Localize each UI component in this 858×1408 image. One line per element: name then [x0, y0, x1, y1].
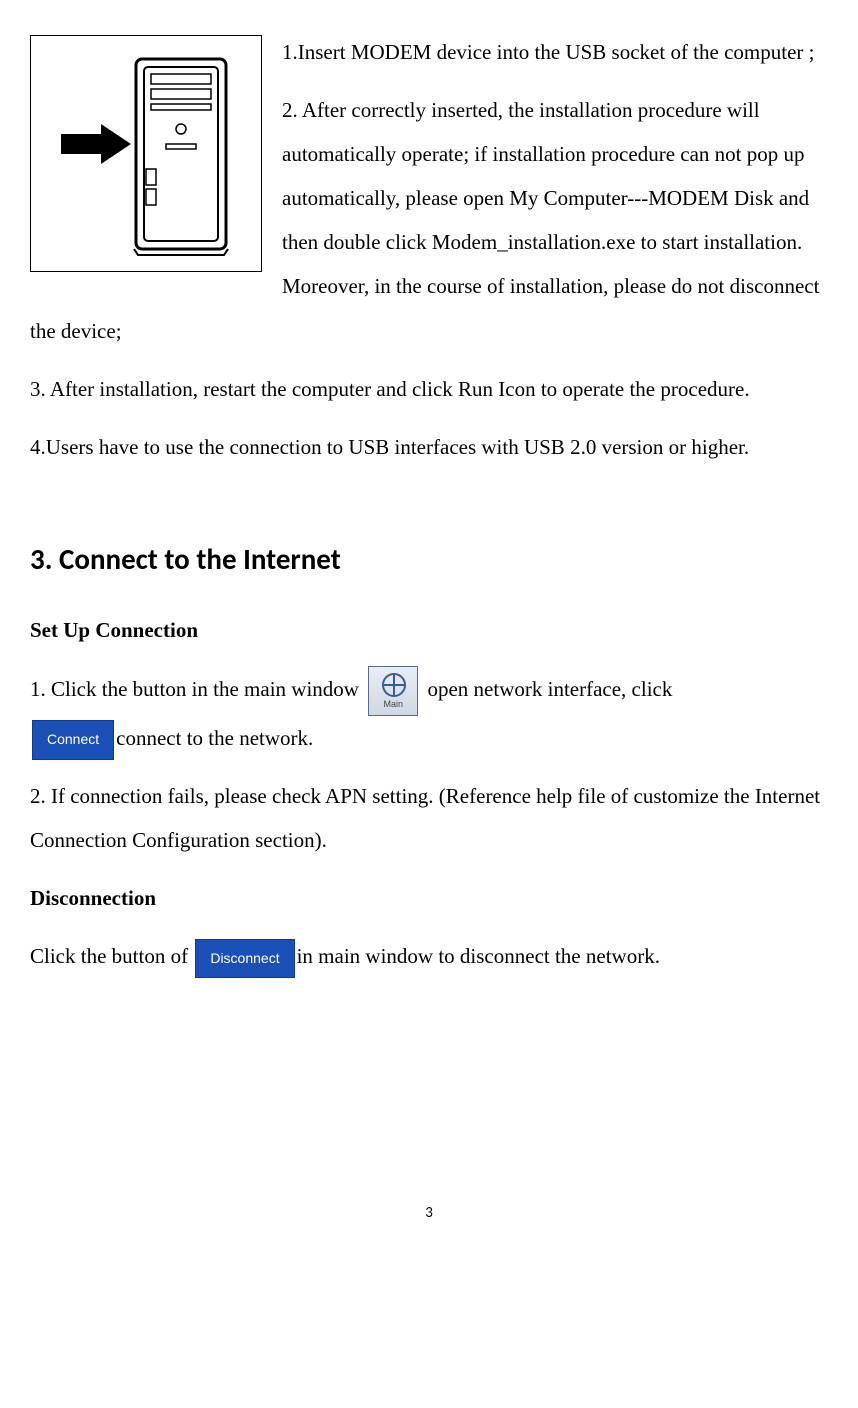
connect-step-1-text-a: 1. Click the button in the main window [30, 677, 364, 701]
connect-step-1: 1. Click the button in the main window o… [30, 666, 828, 760]
connect-step-1-text-c: connect to the network. [116, 726, 313, 750]
disconnect-text-a: Click the button of [30, 944, 193, 968]
install-step-3: 3. After installation, restart the compu… [30, 367, 828, 411]
connect-step-1-text-b: open network interface, click [427, 677, 672, 701]
subheading-setup-connection: Set Up Connection [30, 608, 828, 652]
computer-usb-illustration [30, 35, 262, 272]
install-step-4: 4.Users have to use the connection to US… [30, 425, 828, 469]
connect-button: Connect [32, 720, 114, 759]
disconnect-button: Disconnect [195, 939, 294, 978]
connect-step-2: 2. If connection fails, please check APN… [30, 774, 828, 862]
page-number: 3 [30, 1198, 828, 1230]
disconnect-step: Click the button of Disconnectin main wi… [30, 934, 828, 978]
section-title-connect-internet: 3. Connect to the Internet [30, 529, 828, 590]
main-icon [368, 666, 418, 716]
subheading-disconnection: Disconnection [30, 876, 828, 920]
disconnect-text-b: in main window to disconnect the network… [297, 944, 660, 968]
